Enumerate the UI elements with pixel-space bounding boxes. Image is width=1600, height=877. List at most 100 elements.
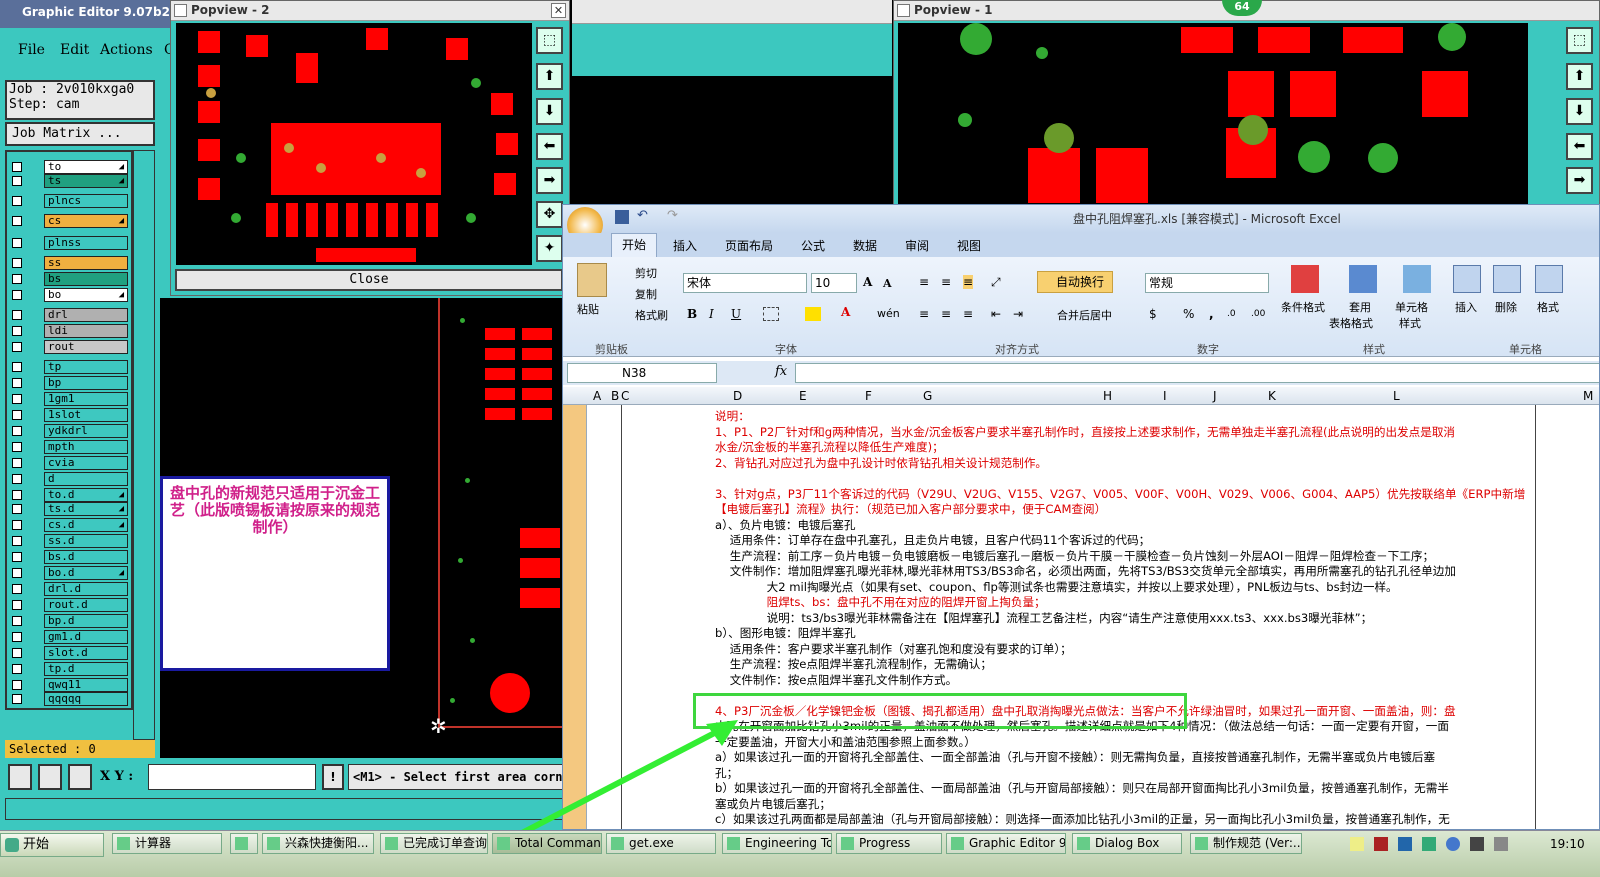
popview-1-tool-5[interactable]: ➡	[1566, 167, 1593, 194]
layer-row[interactable]: cs ◢	[10, 214, 128, 228]
bold-icon[interactable]: B	[687, 307, 697, 321]
layer-row[interactable]: plncs	[10, 194, 128, 208]
cell-style-button-2[interactable]: 样式	[1399, 315, 1421, 331]
layer-row[interactable]: to ◢	[10, 160, 128, 174]
layer-checkbox[interactable]	[12, 616, 22, 626]
layer-checkbox[interactable]	[12, 362, 22, 372]
tab-data[interactable]: 数据	[853, 237, 877, 254]
layer-name[interactable]: ss	[44, 256, 128, 270]
layer-checkbox[interactable]	[12, 342, 22, 352]
layer-name[interactable]: cs.d ◢	[44, 518, 128, 532]
taskbar-item[interactable]: Dialog Box	[1072, 833, 1182, 854]
layer-row[interactable]: ss	[10, 256, 128, 270]
decrease-font-icon[interactable]: A	[883, 277, 892, 290]
format-cells-icon[interactable]	[1535, 265, 1563, 293]
layer-name[interactable]: plncs	[44, 194, 128, 208]
layer-row[interactable]: 1slot	[10, 408, 128, 422]
taskbar-item[interactable]: Total Command...	[492, 833, 602, 854]
layer-row[interactable]: bp	[10, 376, 128, 390]
align-bottom-icon[interactable]: ≡	[963, 275, 974, 289]
layer-row[interactable]: tp.d	[10, 662, 128, 676]
taskbar-item[interactable]: Engineering To...	[722, 833, 832, 854]
decrease-indent-icon[interactable]: ⇤	[991, 307, 1001, 321]
layer-name[interactable]: rout.d	[44, 598, 128, 612]
column-header[interactable]: G	[923, 389, 932, 403]
layer-row[interactable]: 1gm1	[10, 392, 128, 406]
phonetic-icon[interactable]: wén	[877, 307, 900, 320]
conditional-format-button[interactable]: 条件格式	[1281, 299, 1325, 315]
layer-name[interactable]: ss.d	[44, 534, 128, 548]
layer-checkbox[interactable]	[12, 258, 22, 268]
layer-checkbox[interactable]	[12, 238, 22, 248]
save-icon[interactable]	[615, 210, 629, 224]
underline-icon[interactable]: U	[731, 307, 741, 321]
taskbar-item[interactable]: get.exe	[606, 833, 716, 854]
layer-name[interactable]: qqqqq	[44, 692, 128, 706]
taskbar-item[interactable]	[230, 833, 258, 854]
popview-2-tool-1[interactable]: ⬚	[536, 27, 563, 54]
layer-scrollbar[interactable]	[133, 150, 155, 740]
popview-1-tool-2[interactable]: ⬆	[1566, 63, 1593, 90]
layer-row[interactable]: rout.d	[10, 598, 128, 612]
layer-name[interactable]: bs	[44, 272, 128, 286]
conditional-format-icon[interactable]	[1291, 265, 1319, 293]
percent-icon[interactable]: %	[1183, 307, 1194, 321]
font-name-select[interactable]: 宋体	[683, 273, 807, 293]
tray-icon[interactable]	[1422, 837, 1436, 851]
comma-icon[interactable]: ,	[1209, 307, 1214, 321]
align-right-icon[interactable]: ≡	[963, 307, 973, 321]
format-cells-button[interactable]: 格式	[1537, 299, 1559, 315]
column-header[interactable]: F	[865, 389, 872, 403]
layer-checkbox[interactable]	[12, 394, 22, 404]
layer-name[interactable]: ts.d ◢	[44, 502, 128, 516]
layer-name[interactable]: ts ◢	[44, 174, 128, 188]
taskbar-item[interactable]: Graphic Editor 9...	[946, 833, 1066, 854]
align-top-icon[interactable]: ≡	[919, 275, 929, 289]
layer-checkbox[interactable]	[12, 568, 22, 578]
popview-1-tool-3[interactable]: ⬇	[1566, 98, 1593, 125]
column-header[interactable]: M	[1583, 389, 1593, 403]
tray-icon[interactable]	[1494, 837, 1508, 851]
layer-checkbox[interactable]	[12, 536, 22, 546]
cell-style-icon[interactable]	[1403, 265, 1431, 293]
tab-insert[interactable]: 插入	[673, 237, 697, 254]
column-header[interactable]: C	[621, 389, 629, 403]
layer-name[interactable]: to.d ◢	[44, 488, 128, 502]
taskbar-item[interactable]: 已完成订单查询	[380, 833, 488, 854]
layer-checkbox[interactable]	[12, 216, 22, 226]
popview-2-tool-4[interactable]: ⬅	[536, 133, 563, 160]
tray-icon[interactable]	[1446, 837, 1460, 851]
popview-2-tool-3[interactable]: ⬇	[536, 98, 563, 125]
layer-row[interactable]: ydkdrl	[10, 424, 128, 438]
tab-page-layout[interactable]: 页面布局	[725, 237, 773, 254]
column-header[interactable]: I	[1163, 389, 1167, 403]
tray-icon[interactable]	[1470, 837, 1484, 851]
layer-name[interactable]: 1gm1	[44, 392, 128, 406]
popview-2-close-button[interactable]: Close	[175, 269, 563, 291]
layer-row[interactable]: bs	[10, 272, 128, 286]
layer-row[interactable]: cvia	[10, 456, 128, 470]
layer-name[interactable]: slot.d	[44, 646, 128, 660]
layer-name[interactable]: to ◢	[44, 160, 128, 174]
layer-name[interactable]: bs.d	[44, 550, 128, 564]
layer-name[interactable]: ydkdrl	[44, 424, 128, 438]
column-header[interactable]: L	[1393, 389, 1400, 403]
insert-cells-button[interactable]: 插入	[1455, 299, 1477, 315]
tab-review[interactable]: 审阅	[905, 237, 929, 254]
layer-name[interactable]: bp	[44, 376, 128, 390]
undo-icon[interactable]: ↶	[637, 208, 648, 223]
cell-style-button-1[interactable]: 单元格	[1395, 299, 1428, 315]
layer-row[interactable]: gm1.d	[10, 630, 128, 644]
zoom-tool-button[interactable]	[8, 764, 32, 790]
layer-row[interactable]: qwq11	[10, 678, 128, 692]
function-icon[interactable]: fx	[775, 364, 787, 379]
table-format-button-1[interactable]: 套用	[1349, 299, 1371, 315]
table-format-icon[interactable]	[1349, 265, 1377, 293]
menu-edit[interactable]: Edit	[60, 42, 89, 58]
layer-row[interactable]: plnss	[10, 236, 128, 250]
popview-1-tool-4[interactable]: ⬅	[1566, 133, 1593, 160]
layer-name[interactable]: tp	[44, 360, 128, 374]
layer-checkbox[interactable]	[12, 290, 22, 300]
popview-2-canvas[interactable]	[176, 23, 532, 265]
layer-checkbox[interactable]	[12, 504, 22, 514]
